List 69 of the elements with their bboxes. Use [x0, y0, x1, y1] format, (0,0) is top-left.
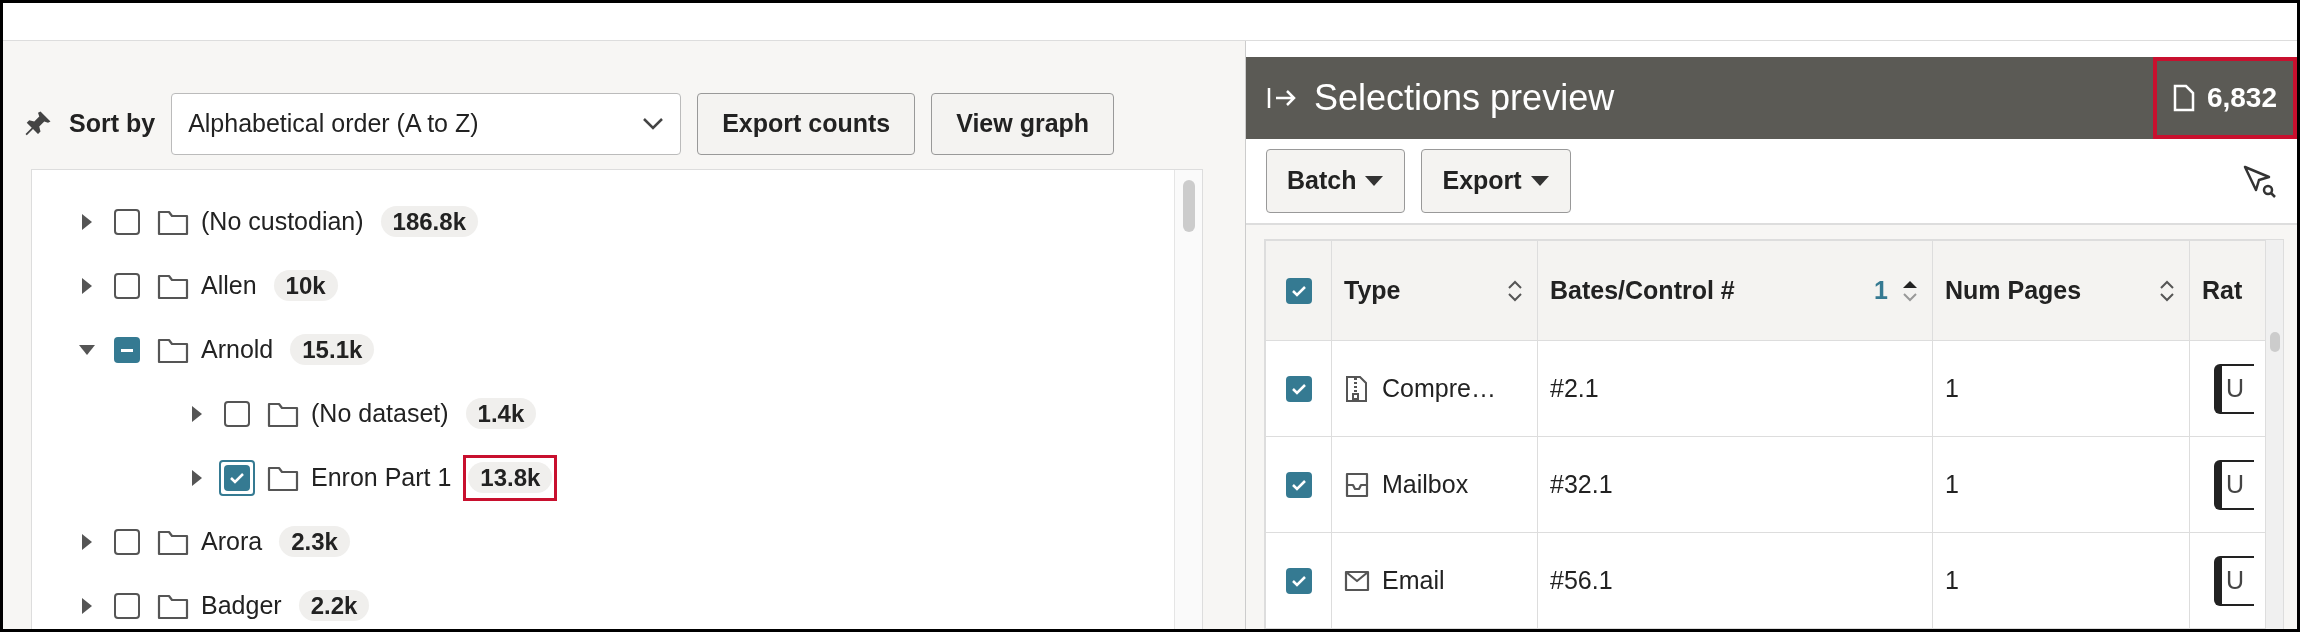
checkbox[interactable] [1285, 277, 1312, 304]
table-cell: 1 [1945, 565, 1959, 594]
checkbox[interactable] [114, 593, 140, 619]
checkmark-icon [1290, 381, 1307, 396]
checkbox[interactable] [224, 401, 250, 427]
checkmark-icon [1290, 477, 1307, 492]
sort-order-label: 1 [1874, 274, 1888, 306]
table-cell-text: Email [1382, 564, 1445, 596]
folder-icon [157, 336, 189, 364]
tree-item-label[interactable]: Enron Part 1 [311, 459, 452, 497]
checkbox[interactable] [1285, 567, 1312, 594]
table-cell: #32.1 [1550, 469, 1613, 498]
folder-icon [157, 208, 189, 236]
table-cell-text: Compre… [1382, 372, 1496, 404]
checkbox[interactable] [114, 273, 140, 299]
checkbox[interactable] [1285, 471, 1312, 498]
document-count: 6,832 [2206, 81, 2277, 115]
sort-label: Sort by [69, 108, 156, 140]
tree-item-label[interactable]: Badger [201, 587, 282, 625]
rating-control[interactable]: U [2214, 459, 2254, 510]
checkbox[interactable] [114, 209, 140, 235]
checkmark-icon [1290, 573, 1307, 588]
inbox-tray-icon [1344, 470, 1370, 499]
folder-icon [267, 464, 299, 492]
count-badge: 2.3k [279, 526, 350, 557]
column-header[interactable]: Bates/Control # [1550, 271, 1735, 310]
column-header[interactable]: Type [1344, 271, 1401, 310]
tree-item-label[interactable]: Allen [201, 267, 257, 305]
sort-dropdown[interactable]: Alphabetical order (A to Z) [171, 93, 682, 155]
collapse-panel-icon[interactable] [1266, 85, 1298, 111]
tree-item-label[interactable]: (No custodian) [201, 203, 364, 241]
folder-icon [267, 400, 299, 428]
scrollbar[interactable] [2266, 240, 2283, 629]
zip-file-icon [1344, 374, 1370, 403]
table-cell: #56.1 [1550, 565, 1613, 594]
checkbox[interactable] [114, 529, 140, 555]
panel-title: Selections preview [1314, 76, 1615, 120]
table-cell-text: Mailbox [1382, 468, 1469, 500]
count-badge: 1.4k [465, 398, 537, 429]
document-icon [2172, 84, 2195, 112]
tree-item-label[interactable]: Arnold [201, 331, 274, 369]
table-cell: 1 [1945, 373, 1959, 402]
tree-item-label[interactable]: (No dataset) [311, 395, 449, 433]
dropdown-button[interactable]: Export [1421, 149, 1571, 213]
rating-control[interactable]: U [2214, 555, 2254, 606]
caret-down-icon [1364, 174, 1385, 188]
checkbox[interactable] [1285, 375, 1312, 402]
count-badge: 13.8k [468, 462, 553, 493]
count-badge: 15.1k [290, 334, 375, 365]
checkmark-icon [229, 471, 245, 485]
chevron-down-icon [642, 117, 665, 131]
count-badge: 186.8k [380, 206, 478, 237]
dropdown-button[interactable]: Batch [1266, 149, 1406, 213]
count-badge: 2.2k [298, 590, 370, 621]
folder-icon [157, 592, 189, 620]
scrollbar[interactable] [1174, 170, 1202, 629]
toolbar-button[interactable]: Export counts [697, 93, 916, 155]
table-cell: 1 [1945, 469, 1959, 498]
toolbar-button[interactable]: View graph [931, 93, 1115, 155]
count-badge: 10k [273, 270, 338, 301]
tree-item-label[interactable]: Arora [201, 523, 263, 561]
folder-icon [157, 528, 189, 556]
checkbox[interactable] [114, 337, 140, 363]
rating-control[interactable]: U [2214, 363, 2254, 414]
caret-down-icon [1529, 174, 1550, 188]
pointer-search-icon[interactable] [2241, 163, 2277, 199]
checkmark-icon [1290, 283, 1307, 298]
table-cell: #2.1 [1550, 373, 1599, 402]
folder-icon [157, 272, 189, 300]
